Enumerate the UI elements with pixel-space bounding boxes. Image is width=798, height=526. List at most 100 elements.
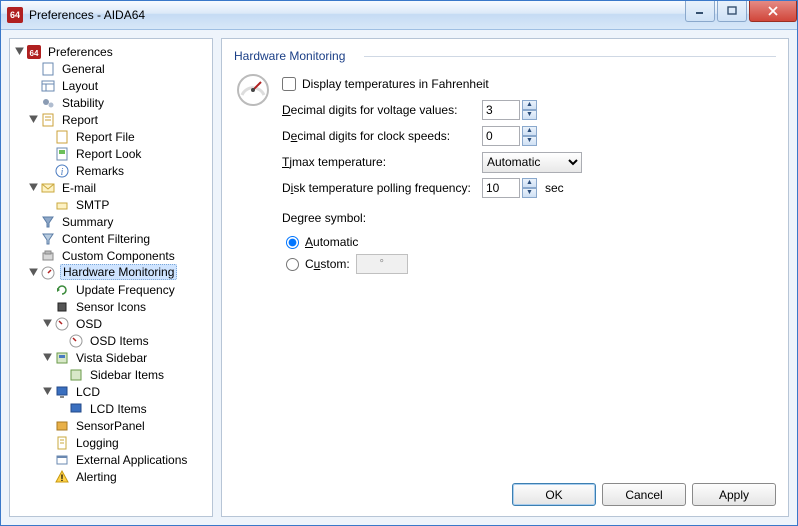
- sidebar-item-external-apps[interactable]: External Applications: [12, 451, 210, 468]
- sidebar-item-email[interactable]: E-mail: [12, 179, 210, 196]
- sidebar-item-report-look[interactable]: Report Look: [12, 145, 210, 162]
- sidebar-item-lcd-items[interactable]: LCD Items: [12, 400, 210, 417]
- divider: [364, 56, 776, 57]
- sidebar-item-vista-sidebar[interactable]: Vista Sidebar: [12, 349, 210, 366]
- monitor-icon: [68, 401, 84, 417]
- tree-label: LCD Items: [88, 402, 149, 416]
- sidebar-item-layout[interactable]: Layout: [12, 77, 210, 94]
- clock-step-down[interactable]: ▼: [522, 136, 537, 146]
- gauge-large-icon: [236, 73, 270, 107]
- disk-step-down[interactable]: ▼: [522, 188, 537, 198]
- clock-step-up[interactable]: ▲: [522, 126, 537, 136]
- chevron-down-icon[interactable]: [40, 351, 54, 365]
- sidebar-item-custom-components[interactable]: Custom Components: [12, 247, 210, 264]
- gadget-icon: [54, 350, 70, 366]
- fahrenheit-checkbox[interactable]: [282, 77, 296, 91]
- sidebar-item-hardware-monitoring[interactable]: Hardware Monitoring: [12, 264, 210, 281]
- cancel-button[interactable]: Cancel: [602, 483, 686, 506]
- tree-label: Stability: [60, 96, 106, 110]
- degree-automatic-radio[interactable]: [286, 236, 299, 249]
- sidebar-item-general[interactable]: General: [12, 60, 210, 77]
- tree-label: Sidebar Items: [88, 368, 166, 382]
- gadget-icon: [68, 367, 84, 383]
- chevron-down-icon[interactable]: [12, 45, 26, 59]
- tree-label: Report: [60, 113, 100, 127]
- tree-label: Alerting: [74, 470, 119, 484]
- gauge-icon: [54, 316, 70, 332]
- sidebar-item-report[interactable]: Report: [12, 111, 210, 128]
- tree-label: General: [60, 62, 107, 76]
- tree-label: Content Filtering: [60, 232, 152, 246]
- sidebar-item-logging[interactable]: Logging: [12, 434, 210, 451]
- tree-label: Summary: [60, 215, 115, 229]
- sidebar-item-sensorpanel[interactable]: SensorPanel: [12, 417, 210, 434]
- sidebar-item-osd[interactable]: OSD: [12, 315, 210, 332]
- chevron-down-icon[interactable]: [26, 266, 40, 280]
- tree-label: Remarks: [74, 164, 126, 178]
- app-icon: 64: [7, 7, 23, 23]
- clock-digits-input[interactable]: [482, 126, 520, 146]
- refresh-icon: [54, 282, 70, 298]
- chevron-down-icon[interactable]: [40, 317, 54, 331]
- settings-panel: Hardware Monitoring Display temperatures…: [221, 38, 789, 517]
- sidebar-item-summary[interactable]: Summary: [12, 213, 210, 230]
- tree-label: E-mail: [60, 181, 98, 195]
- sidebar-item-lcd[interactable]: LCD: [12, 383, 210, 400]
- tree-label: Preferences: [46, 45, 115, 59]
- tree-label: Custom Components: [60, 249, 177, 263]
- voltage-step-down[interactable]: ▼: [522, 110, 537, 120]
- svg-text:i: i: [61, 167, 64, 178]
- apply-button[interactable]: Apply: [692, 483, 776, 506]
- gauge-icon: [68, 333, 84, 349]
- sidebar-item-smtp[interactable]: SMTP: [12, 196, 210, 213]
- sidebar-item-stability[interactable]: Stability: [12, 94, 210, 111]
- tjmax-label: Tjmax temperature:: [282, 155, 482, 169]
- tree-label: Report File: [74, 130, 137, 144]
- mail-icon: [40, 180, 56, 196]
- components-icon: [40, 248, 56, 264]
- sidebar-item-content-filtering[interactable]: Content Filtering: [12, 230, 210, 247]
- disk-poll-input[interactable]: [482, 178, 520, 198]
- disk-poll-label: Disk temperature polling frequency:: [282, 181, 482, 195]
- layout-icon: [40, 78, 56, 94]
- close-button[interactable]: [749, 1, 797, 22]
- sidebar-item-sidebar-items[interactable]: Sidebar Items: [12, 366, 210, 383]
- monitor-icon: [54, 384, 70, 400]
- gauge-icon: [40, 265, 56, 281]
- report-icon: [40, 112, 56, 128]
- maximize-button[interactable]: [717, 1, 747, 22]
- tree-label: LCD: [74, 385, 102, 399]
- ok-button[interactable]: OK: [512, 483, 596, 506]
- chevron-down-icon[interactable]: [26, 181, 40, 195]
- minimize-button[interactable]: [685, 1, 715, 22]
- fahrenheit-row: Display temperatures in Fahrenheit: [282, 71, 776, 97]
- panel-icon: [54, 418, 70, 434]
- disk-step-up[interactable]: ▲: [522, 178, 537, 188]
- tree-label: SMTP: [74, 198, 111, 212]
- sidebar-item-update-frequency[interactable]: Update Frequency: [12, 281, 210, 298]
- sidebar-tree[interactable]: 64 Preferences General Layout Stability …: [9, 38, 213, 517]
- report-file-icon: [54, 129, 70, 145]
- app-small-icon: 64: [26, 44, 42, 60]
- svg-text:!: !: [61, 473, 64, 483]
- sidebar-item-osd-items[interactable]: OSD Items: [12, 332, 210, 349]
- sidebar-item-report-file[interactable]: Report File: [12, 128, 210, 145]
- sidebar-item-alerting[interactable]: ! Alerting: [12, 468, 210, 485]
- sidebar-item-sensor-icons[interactable]: Sensor Icons: [12, 298, 210, 315]
- degree-custom-radio[interactable]: [286, 258, 299, 271]
- tjmax-select[interactable]: Automatic: [482, 152, 582, 173]
- tree-label: Report Look: [74, 147, 143, 161]
- voltage-step-up[interactable]: ▲: [522, 100, 537, 110]
- svg-text:64: 64: [30, 49, 39, 58]
- tree-label: Layout: [60, 79, 100, 93]
- disk-poll-unit: sec: [545, 181, 564, 195]
- tree-root-preferences[interactable]: 64 Preferences: [12, 43, 210, 60]
- tree-label: Hardware Monitoring: [60, 264, 177, 280]
- voltage-digits-label: Decimal digits for voltage values:: [282, 103, 482, 117]
- tree-label: OSD: [74, 317, 104, 331]
- smtp-icon: [54, 197, 70, 213]
- chevron-down-icon[interactable]: [40, 385, 54, 399]
- voltage-digits-input[interactable]: [482, 100, 520, 120]
- chevron-down-icon[interactable]: [26, 113, 40, 127]
- sidebar-item-remarks[interactable]: i Remarks: [12, 162, 210, 179]
